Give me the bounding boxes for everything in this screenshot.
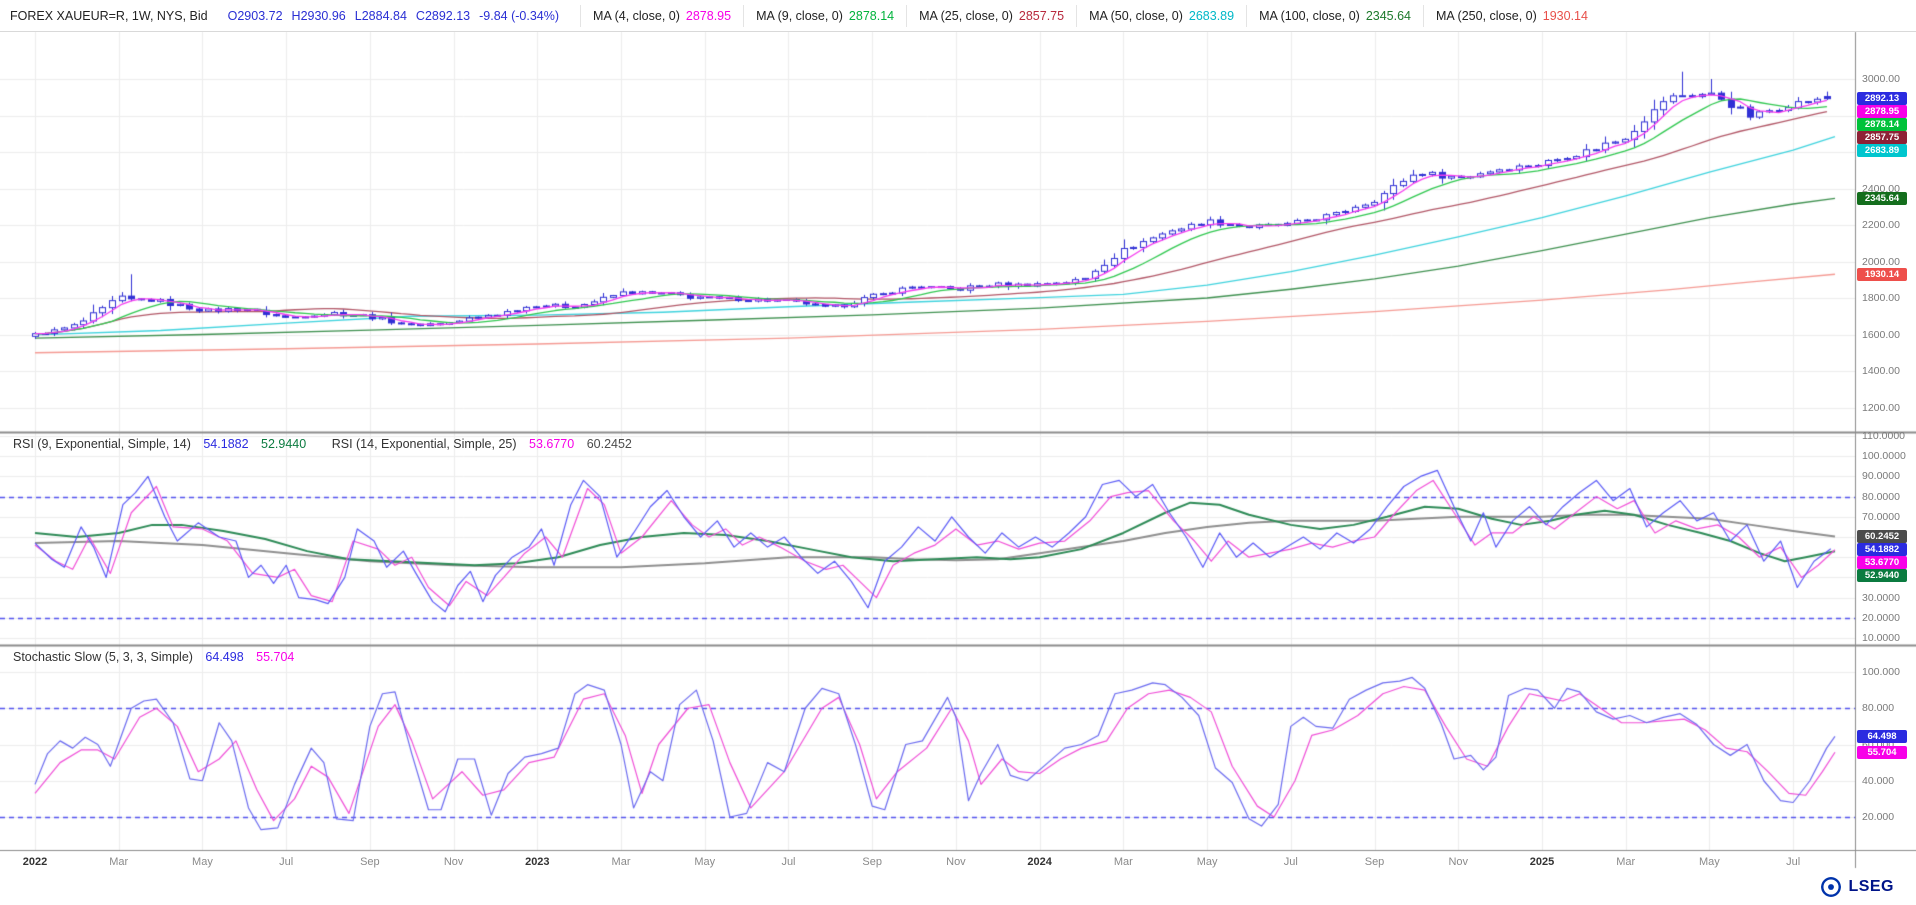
rsi-value-3: 53.6770 bbox=[529, 437, 574, 451]
ma-legend-value: 2857.75 bbox=[1019, 9, 1064, 23]
ma-legend-label: MA (250, close, 0) bbox=[1436, 9, 1537, 23]
ma-legend-value: 2878.95 bbox=[686, 9, 731, 23]
stoch-legend[interactable]: Stochastic Slow (5, 3, 3, Simple) 64.498… bbox=[13, 650, 294, 664]
header-separator bbox=[580, 5, 581, 27]
lseg-logo-text: LSEG bbox=[1848, 878, 1894, 896]
quote-change: -9.84 (-0.34%) bbox=[479, 9, 559, 23]
header-separator bbox=[1246, 5, 1247, 27]
quote-open: O2903.72 bbox=[228, 9, 283, 23]
rsi-legend-label: RSI (9, Exponential, Simple, 14) bbox=[13, 437, 191, 451]
rsi-value-4: 60.2452 bbox=[587, 437, 632, 451]
ma-legend-label: MA (9, close, 0) bbox=[756, 9, 843, 23]
ma-legend-item-4[interactable]: MA (4, close, 0) 2878.95 bbox=[593, 9, 731, 23]
lseg-logo-icon bbox=[1820, 876, 1842, 898]
ma-legend-label: MA (4, close, 0) bbox=[593, 9, 680, 23]
quote-high: H2930.96 bbox=[292, 9, 346, 23]
ma-legend-value: 1930.14 bbox=[1543, 9, 1588, 23]
ma-legend-label: MA (100, close, 0) bbox=[1259, 9, 1360, 23]
chart-window: FOREX XAUEUR=R, 1W, NYS, Bid O2903.72 H2… bbox=[0, 0, 1916, 905]
chart-header: FOREX XAUEUR=R, 1W, NYS, Bid O2903.72 H2… bbox=[0, 0, 1916, 32]
rsi-legend-label-2: RSI (14, Exponential, Simple, 25) bbox=[332, 437, 517, 451]
stoch-value-1: 64.498 bbox=[205, 650, 243, 664]
ma-legend-item-25[interactable]: MA (25, close, 0) 2857.75 bbox=[919, 9, 1064, 23]
lseg-logo: LSEG bbox=[1820, 876, 1894, 898]
ma-legend-item-9[interactable]: MA (9, close, 0) 2878.14 bbox=[756, 9, 894, 23]
rsi-legend[interactable]: RSI (9, Exponential, Simple, 14) 54.1882… bbox=[13, 437, 632, 451]
ma-legend-label: MA (25, close, 0) bbox=[919, 9, 1013, 23]
header-separator bbox=[1423, 5, 1424, 27]
quote-low: L2884.84 bbox=[355, 9, 407, 23]
instrument-title[interactable]: FOREX XAUEUR=R, 1W, NYS, Bid bbox=[10, 9, 208, 23]
header-separator bbox=[1076, 5, 1077, 27]
ma-legend-value: 2345.64 bbox=[1366, 9, 1411, 23]
ma-legend-value: 2878.14 bbox=[849, 9, 894, 23]
quote-close: C2892.13 bbox=[416, 9, 470, 23]
ma-legend-value: 2683.89 bbox=[1189, 9, 1234, 23]
rsi-value-1: 54.1882 bbox=[203, 437, 248, 451]
chart-plot-canvas[interactable] bbox=[0, 0, 1916, 905]
header-separator bbox=[906, 5, 907, 27]
ma-legend-item-100[interactable]: MA (100, close, 0) 2345.64 bbox=[1259, 9, 1411, 23]
ma-legend-item-50[interactable]: MA (50, close, 0) 2683.89 bbox=[1089, 9, 1234, 23]
ma-legend-label: MA (50, close, 0) bbox=[1089, 9, 1183, 23]
header-separator bbox=[743, 5, 744, 27]
rsi-value-2: 52.9440 bbox=[261, 437, 306, 451]
ma-legend-item-250[interactable]: MA (250, close, 0) 1930.14 bbox=[1436, 9, 1588, 23]
stoch-value-2: 55.704 bbox=[256, 650, 294, 664]
stoch-legend-label: Stochastic Slow (5, 3, 3, Simple) bbox=[13, 650, 193, 664]
